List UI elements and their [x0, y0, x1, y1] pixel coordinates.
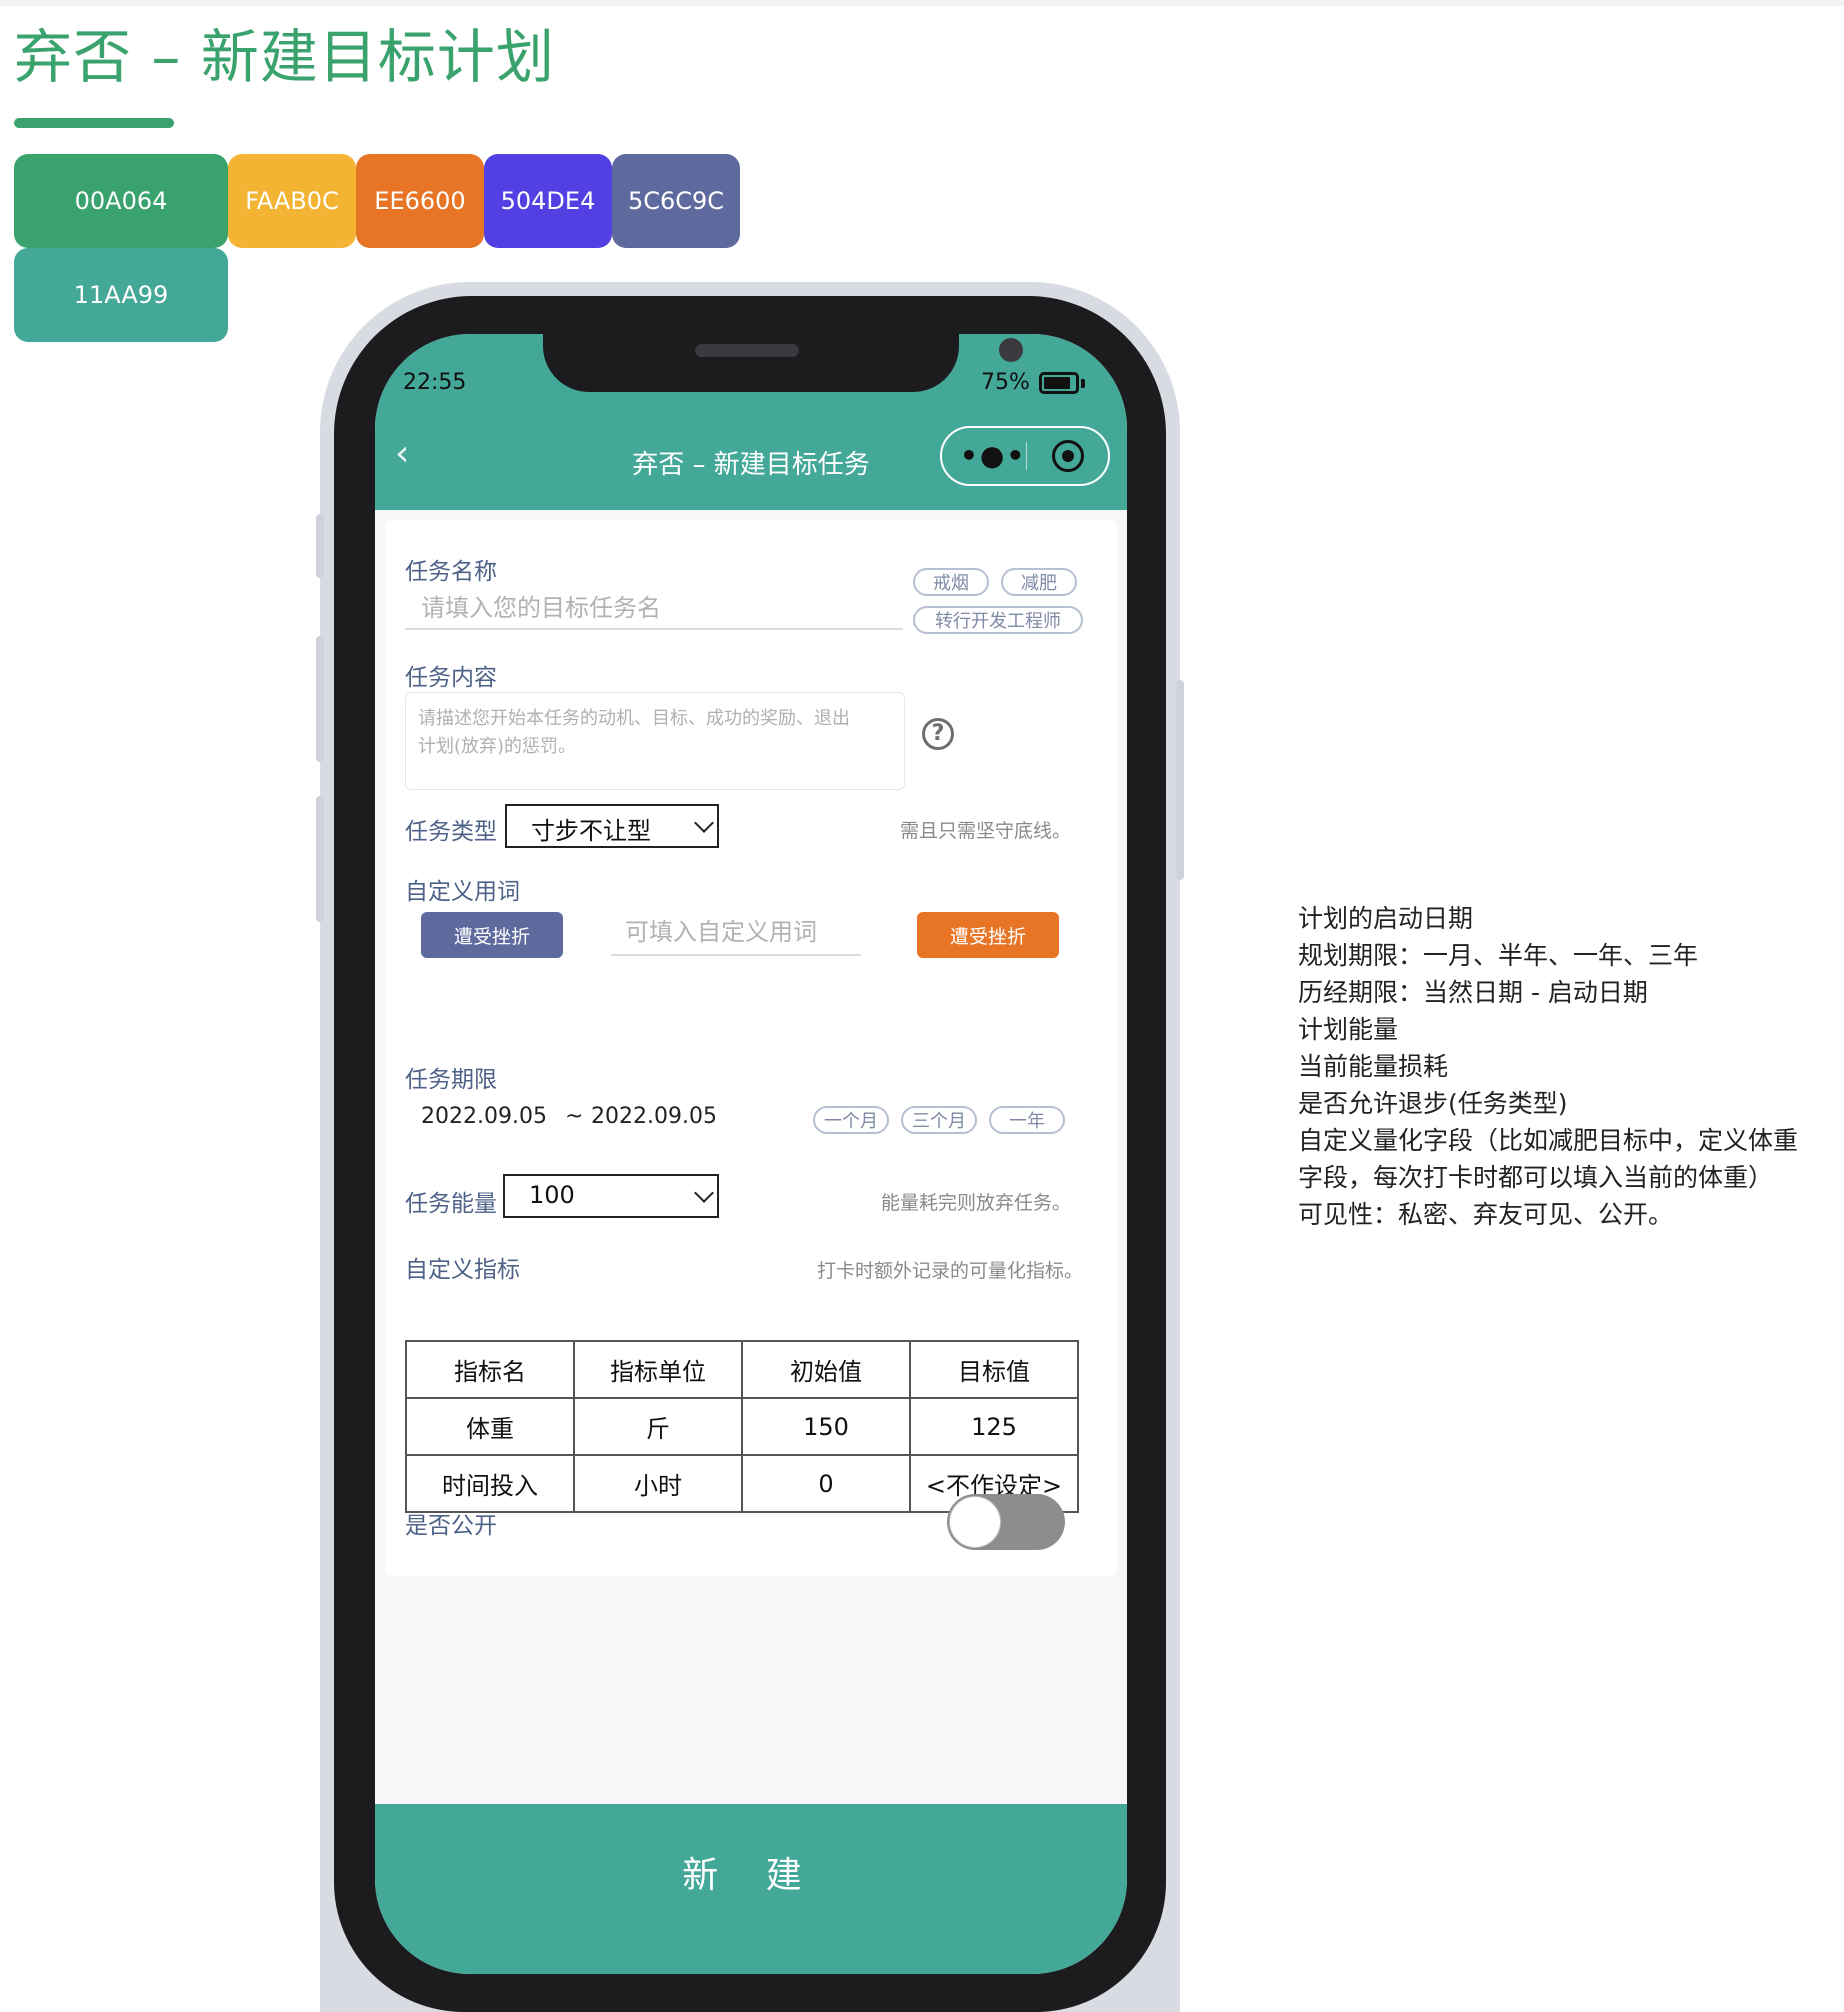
- table-cell[interactable]: 0: [741, 1454, 911, 1513]
- table-row: 体重 斤 150 125: [405, 1397, 1079, 1456]
- chevron-down-icon: [694, 813, 714, 833]
- note-line: 历经期限：当然日期 - 启动日期: [1298, 978, 1648, 1007]
- metrics-table: 指标名 指标单位 初始值 目标值 体重 斤 150 125 时间投入 小时 0 …: [405, 1340, 1079, 1513]
- feature-notes: 计划的启动日期 规划期限：一月、半年、一年、三年 历经期限：当然日期 - 启动日…: [1298, 900, 1838, 1233]
- note-line: 当前能量损耗: [1298, 1052, 1449, 1081]
- table-cell[interactable]: 时间投入: [405, 1454, 575, 1513]
- form-card: 任务名称 请填入您的目标任务名 戒烟 减肥 转行开发工程师 任务内容 请描述您开…: [385, 520, 1117, 1576]
- custom-word-button-right[interactable]: 遭受挫折: [917, 912, 1059, 958]
- custom-metrics-label: 自定义指标: [405, 1257, 520, 1283]
- note-line: 字段，每次打卡时都可以填入当前的体重）: [1298, 1163, 1774, 1192]
- phone-side-button: [316, 796, 324, 922]
- color-swatch: 5C6C9C: [612, 154, 740, 248]
- note-line: 规划期限：一月、半年、一年、三年: [1298, 941, 1699, 970]
- note-line: 可见性：私密、弃友可见、公开。: [1298, 1200, 1674, 1229]
- status-time: 22:55: [403, 370, 467, 395]
- color-swatch: FAAB0C: [228, 154, 356, 248]
- placeholder-line: 请描述您开始本任务的动机、目标、成功的奖励、退出: [418, 708, 850, 729]
- table-cell[interactable]: 小时: [573, 1454, 743, 1513]
- task-content-label: 任务内容: [405, 665, 497, 691]
- task-type-label: 任务类型: [405, 819, 497, 845]
- period-option-tag[interactable]: 一个月: [813, 1106, 889, 1134]
- question-circle-icon[interactable]: ?: [922, 718, 954, 750]
- is-public-label: 是否公开: [405, 1513, 497, 1539]
- custom-metrics-hint: 打卡时额外记录的可量化指标。: [817, 1260, 1084, 1282]
- page-title: 弃否 – 新建目标计划: [14, 23, 555, 91]
- suggestion-tag[interactable]: 减肥: [1001, 568, 1077, 596]
- table-header-row: 指标名 指标单位 初始值 目标值: [405, 1340, 1079, 1399]
- chevron-left-icon[interactable]: ‹: [395, 434, 425, 474]
- battery-icon: [1039, 372, 1079, 394]
- note-line: 计划能量: [1298, 1015, 1399, 1044]
- task-content-textarea[interactable]: 请描述您开始本任务的动机、目标、成功的奖励、退出 计划(放弃)的惩罚。: [405, 692, 905, 790]
- period-start-date[interactable]: 2022.09.05: [421, 1104, 547, 1129]
- table-header-cell: 初始值: [741, 1340, 911, 1399]
- speaker: [695, 344, 799, 357]
- top-edge: [0, 0, 1844, 6]
- target-icon[interactable]: [1052, 440, 1084, 472]
- task-type-value: 寸步不让型: [531, 817, 651, 845]
- task-energy-hint: 能量耗完则放弃任务。: [881, 1192, 1072, 1214]
- phone-side-button: [1176, 680, 1184, 880]
- title-underline: [14, 118, 174, 128]
- front-camera: [999, 338, 1023, 362]
- table-cell[interactable]: 斤: [573, 1397, 743, 1456]
- phone-notch: [543, 334, 1023, 392]
- period-separator: ~: [565, 1104, 584, 1129]
- table-header-cell: 指标单位: [573, 1340, 743, 1399]
- battery-level: [1044, 377, 1070, 389]
- period-option-tag[interactable]: 三个月: [901, 1106, 977, 1134]
- table-cell[interactable]: 125: [909, 1397, 1079, 1456]
- note-line: 自定义量化字段（比如减肥目标中，定义体重: [1298, 1126, 1799, 1155]
- suggestion-tag[interactable]: 戒烟: [913, 568, 989, 596]
- phone-screen: 22:55 75% ‹ 弃否 – 新建目标任务 •●• 任务名称 请填入您的目标…: [375, 334, 1127, 1974]
- mini-program-capsule: •●•: [940, 426, 1110, 486]
- task-energy-label: 任务能量: [405, 1191, 497, 1217]
- create-button[interactable]: 新 建: [375, 1804, 1127, 1974]
- task-period-label: 任务期限: [405, 1067, 497, 1093]
- table-cell[interactable]: 体重: [405, 1397, 575, 1456]
- battery-tip: [1081, 379, 1085, 388]
- color-swatch: EE6600: [356, 154, 484, 248]
- task-type-hint: 需且只需坚守底线。: [900, 820, 1072, 842]
- note-line: 是否允许退步(任务类型): [1298, 1089, 1568, 1118]
- create-button-label: 新 建: [682, 1855, 820, 1896]
- table-cell[interactable]: 150: [741, 1397, 911, 1456]
- color-swatch: 00A064: [14, 154, 228, 248]
- period-option-tag[interactable]: 一年: [989, 1106, 1065, 1134]
- task-type-select[interactable]: 寸步不让型: [505, 804, 719, 848]
- custom-words-label: 自定义用词: [405, 879, 520, 905]
- custom-word-button-left[interactable]: 遭受挫折: [421, 912, 563, 958]
- task-energy-value: 100: [529, 1181, 575, 1209]
- custom-word-input[interactable]: 可填入自定义用词: [611, 912, 861, 956]
- task-energy-select[interactable]: 100: [503, 1174, 719, 1218]
- toggle-knob: [949, 1496, 1001, 1548]
- placeholder-line: 计划(放弃)的惩罚。: [418, 736, 577, 757]
- task-content-placeholder: 请描述您开始本任务的动机、目标、成功的奖励、退出 计划(放弃)的惩罚。: [418, 705, 892, 761]
- capsule-divider: [1026, 442, 1027, 470]
- more-dots-icon[interactable]: •●•: [960, 438, 1026, 474]
- app-header: 22:55 75% ‹ 弃否 – 新建目标任务 •●•: [375, 334, 1127, 510]
- phone-side-button: [316, 514, 324, 578]
- task-name-input[interactable]: 请填入您的目标任务名: [405, 588, 903, 630]
- chevron-down-icon: [694, 1183, 714, 1203]
- battery-percent: 75%: [981, 370, 1030, 395]
- color-swatch: 504DE4: [484, 154, 612, 248]
- note-line: 计划的启动日期: [1298, 904, 1474, 933]
- phone-side-button: [316, 636, 324, 762]
- task-name-label: 任务名称: [405, 559, 497, 585]
- period-end-date[interactable]: 2022.09.05: [591, 1104, 717, 1129]
- public-toggle[interactable]: [947, 1494, 1065, 1550]
- table-header-cell: 指标名: [405, 1340, 575, 1399]
- table-header-cell: 目标值: [909, 1340, 1079, 1399]
- color-swatch: 11AA99: [14, 248, 228, 342]
- suggestion-tag[interactable]: 转行开发工程师: [913, 606, 1083, 634]
